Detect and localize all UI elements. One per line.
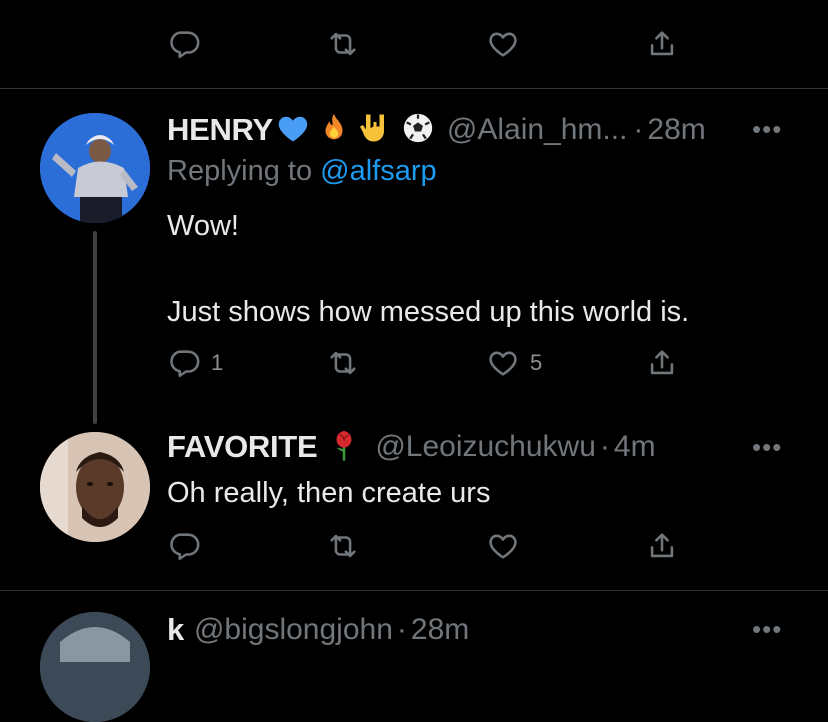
tweet-header: HENRY @Alain_hm... · 28m (167, 110, 706, 150)
avatar[interactable] (40, 113, 150, 223)
rose-icon (327, 427, 361, 468)
avatar-image (40, 113, 150, 223)
thread-line (93, 231, 97, 424)
avatar[interactable] (40, 432, 150, 542)
user-handle[interactable]: @bigslongjohn (194, 613, 393, 647)
soccer-ball-icon (401, 111, 435, 150)
tweet-divider (0, 590, 828, 591)
retweet-button[interactable] (326, 27, 360, 61)
retweet-icon (330, 534, 356, 558)
replying-prefix: Replying to (167, 155, 313, 187)
heart-icon (489, 32, 517, 57)
tweet-divider (0, 88, 828, 89)
replying-to: Replying to @alfsarp (167, 155, 437, 188)
avatar[interactable] (40, 612, 150, 722)
heart-icon (489, 534, 517, 559)
timestamp[interactable]: 28m (647, 113, 705, 147)
user-handle[interactable]: @Leoizuchukwu (375, 430, 596, 464)
more-options-button[interactable]: ••• (752, 432, 782, 463)
display-name[interactable]: FAVORITE (167, 429, 318, 465)
share-icon (650, 533, 674, 558)
reply-button[interactable] (167, 529, 201, 563)
more-options-button[interactable]: ••• (752, 114, 782, 145)
like-button[interactable]: 5 (486, 346, 542, 380)
tweet-text: Oh really, then create urs (167, 477, 491, 509)
tweet-header: k @bigslongjohn · 28m (167, 610, 469, 650)
separator-dot: · (599, 430, 610, 463)
separator-dot: · (396, 613, 407, 646)
tweet-text: Wow! Just shows how messed up this world… (167, 210, 690, 328)
reply-button[interactable]: 1 (167, 346, 223, 380)
fire-icon (317, 111, 351, 150)
heart-icon (489, 351, 517, 376)
share-icon (650, 31, 674, 56)
share-button[interactable] (645, 27, 679, 61)
replying-to-link[interactable]: @alfsarp (320, 155, 436, 187)
user-handle[interactable]: @Alain_hm... (447, 113, 628, 147)
tweet-header: FAVORITE @Leoizuchukwu · 4m (167, 427, 656, 467)
like-button[interactable] (486, 27, 520, 61)
share-button[interactable] (645, 529, 679, 563)
display-name[interactable]: k (167, 612, 184, 648)
reply-icon (170, 31, 200, 59)
reply-count: 1 (211, 350, 224, 375)
retweet-icon (330, 351, 356, 375)
retweet-button[interactable] (326, 346, 360, 380)
reply-icon (170, 350, 200, 378)
rock-on-hand-icon (357, 110, 393, 151)
timestamp[interactable]: 28m (411, 613, 469, 647)
retweet-icon (330, 32, 356, 56)
more-options-button[interactable]: ••• (752, 614, 782, 645)
timestamp[interactable]: 4m (614, 430, 656, 464)
reply-button[interactable] (167, 27, 201, 61)
reply-icon (170, 533, 200, 561)
share-button[interactable] (645, 346, 679, 380)
share-icon (650, 350, 674, 375)
display-name[interactable]: HENRY (167, 112, 273, 148)
avatar-image (40, 432, 150, 542)
like-count: 5 (530, 350, 543, 375)
blue-heart-icon (275, 110, 311, 151)
like-button[interactable] (486, 529, 520, 563)
separator-dot: · (633, 113, 644, 146)
avatar-image (40, 612, 150, 722)
retweet-button[interactable] (326, 529, 360, 563)
